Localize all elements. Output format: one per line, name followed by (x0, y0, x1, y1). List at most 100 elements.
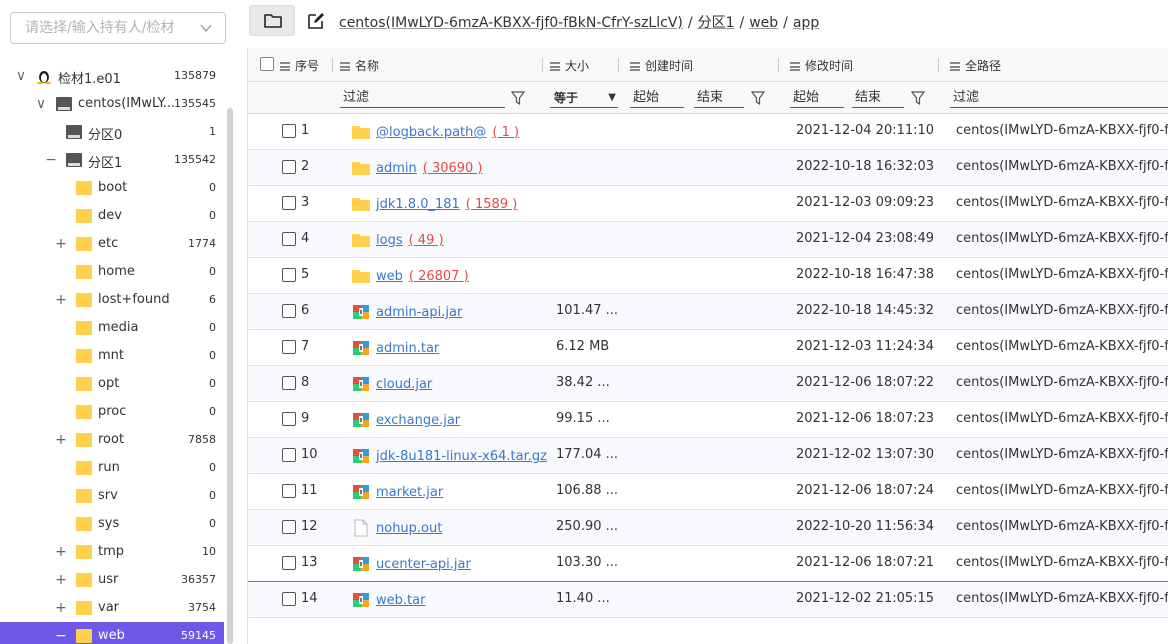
tree-node-web[interactable]: − web 59145 (0, 622, 224, 644)
select-all-checkbox[interactable] (260, 57, 274, 71)
table-row[interactable]: 2 admin ( 30690 ) 2022-10-18 16:32:03 centos… (248, 150, 1168, 186)
created-end-input[interactable] (694, 88, 744, 108)
tree-node-opt[interactable]: opt 0 (0, 370, 224, 398)
breadcrumb-item-app[interactable]: app (793, 15, 819, 31)
tree-node-srv[interactable]: srv 0 (0, 482, 224, 510)
tree-node-lost+found[interactable]: + lost+found 6 (0, 286, 224, 314)
column-header-size[interactable]: 大小 (550, 57, 589, 73)
row-checkbox[interactable] (282, 592, 296, 606)
table-row[interactable]: 6 admin-api.jar 101.47 ... 2022-10-18 14:45… (248, 294, 1168, 330)
row-checkbox[interactable] (282, 484, 296, 498)
file-name[interactable]: jdk1.8.0_181 (376, 197, 460, 212)
file-name-link[interactable]: nohup.out (376, 521, 442, 536)
file-name[interactable]: jdk-8u181-linux-x64.tar.gz (376, 449, 547, 464)
file-name[interactable]: cloud.jar (376, 377, 432, 392)
expand-icon[interactable]: + (54, 235, 68, 253)
file-name[interactable]: @logback.path@ (376, 125, 486, 140)
file-name[interactable]: ucenter-api.jar (376, 557, 471, 572)
table-row[interactable]: 8 cloud.jar 38.42 ... 2021-12-06 18:07:22 ce… (248, 366, 1168, 402)
file-name-link[interactable]: exchange.jar (376, 413, 460, 428)
tree-node-etc[interactable]: + etc 1774 (0, 230, 224, 258)
name-filter-input[interactable] (340, 88, 505, 108)
table-row[interactable]: 5 web ( 26807 ) 2022-10-18 16:47:38 centos(I… (248, 258, 1168, 294)
file-name-link[interactable]: jdk-8u181-linux-x64.tar.gz (376, 449, 547, 464)
row-checkbox[interactable] (282, 304, 296, 318)
row-checkbox[interactable] (282, 520, 296, 534)
expand-icon[interactable]: + (54, 291, 68, 309)
tree-node-mnt[interactable]: mnt 0 (0, 342, 224, 370)
tree-node-var[interactable]: + var 3754 (0, 594, 224, 622)
tree-node-home[interactable]: home 0 (0, 258, 224, 286)
tree-node-检材1-e01[interactable]: ∨ 检材1.e01 135879 (0, 62, 224, 90)
chevron-down-icon[interactable] (199, 21, 213, 35)
file-name[interactable]: web (376, 269, 403, 284)
owner-search-input[interactable] (25, 14, 205, 42)
table-row[interactable]: 9 exchange.jar 99.15 ... 2021-12-06 18:07:2… (248, 402, 1168, 438)
column-menu-icon[interactable] (280, 62, 290, 71)
file-name-link[interactable]: admin ( 30690 ) (376, 161, 483, 176)
row-checkbox[interactable] (282, 340, 296, 354)
modified-start-input[interactable] (790, 88, 844, 108)
file-name-link[interactable]: cloud.jar (376, 377, 432, 392)
file-name[interactable]: admin (376, 161, 417, 176)
column-divider[interactable] (778, 58, 779, 72)
row-checkbox[interactable] (282, 556, 296, 570)
table-row[interactable]: 7 admin.tar 6.12 MB 2021-12-03 11:24:34 cent… (248, 330, 1168, 366)
item-count-link[interactable]: ( 49 ) (409, 233, 444, 248)
column-divider[interactable] (618, 58, 619, 72)
expand-icon[interactable]: + (54, 431, 68, 449)
table-row[interactable]: 13 ucenter-api.jar 103.30 ... 2021-12-06 18… (248, 546, 1168, 582)
tree-node-tmp[interactable]: + tmp 10 (0, 538, 224, 566)
tree-node-centos-imwly-[interactable]: ∨ centos(IMwLY... 135545 (0, 90, 224, 118)
file-name-link[interactable]: web ( 26807 ) (376, 269, 469, 284)
file-name[interactable]: web.tar (376, 593, 425, 608)
tree-node-root[interactable]: + root 7858 (0, 426, 224, 454)
table-row[interactable]: 12 nohup.out 250.90 ... 2022-10-20 11:56:34… (248, 510, 1168, 546)
tree-node-sys[interactable]: sys 0 (0, 510, 224, 538)
column-divider[interactable] (332, 58, 333, 72)
column-divider[interactable] (542, 58, 543, 72)
filter-icon[interactable] (511, 91, 525, 105)
column-divider[interactable] (938, 58, 939, 72)
column-header-index[interactable]: 序号 (280, 57, 319, 73)
column-header-name[interactable]: 名称 (340, 57, 379, 73)
table-row[interactable]: 4 logs ( 49 ) 2021-12-04 23:08:49 centos(IMw… (248, 222, 1168, 258)
file-name[interactable]: market.jar (376, 485, 443, 500)
open-folder-button[interactable] (249, 5, 295, 36)
file-name[interactable]: admin.tar (376, 341, 439, 356)
row-checkbox[interactable] (282, 160, 296, 174)
table-row[interactable]: 10 jdk-8u181-linux-x64.tar.gz 177.04 ... 20… (248, 438, 1168, 474)
item-count-link[interactable]: ( 26807 ) (409, 269, 469, 284)
filter-icon[interactable] (911, 91, 925, 105)
file-name-link[interactable]: @logback.path@ ( 1 ) (376, 125, 519, 140)
table-row[interactable]: 3 jdk1.8.0_181 ( 1589 ) 2021-12-03 09:09:23… (248, 186, 1168, 222)
file-name[interactable]: exchange.jar (376, 413, 460, 428)
modified-end-input[interactable] (852, 88, 904, 108)
row-checkbox[interactable] (282, 268, 296, 282)
expand-icon[interactable]: + (54, 571, 68, 589)
breadcrumb-item-partition[interactable]: 分区1 (698, 15, 735, 31)
file-name[interactable]: nohup.out (376, 521, 442, 536)
item-count-link[interactable]: ( 1589 ) (466, 197, 518, 212)
collapse-icon[interactable]: − (44, 151, 58, 169)
file-name-link[interactable]: jdk1.8.0_181 ( 1589 ) (376, 197, 517, 212)
tree-node-分区0[interactable]: 分区0 1 (0, 118, 224, 146)
breadcrumb-item-device[interactable]: centos(IMwLYD-6mzA-KBXX-fjf0-fBkN-CfrY-s… (339, 15, 683, 31)
file-name-link[interactable]: admin.tar (376, 341, 439, 356)
file-name-link[interactable]: market.jar (376, 485, 443, 500)
filter-icon[interactable] (751, 91, 765, 105)
column-header-created[interactable]: 创建时间 (630, 57, 693, 73)
table-row[interactable]: 14 web.tar 11.40 ... 2021-12-02 21:05:15 cen… (248, 582, 1168, 618)
file-name-link[interactable]: logs ( 49 ) (376, 233, 444, 248)
table-row[interactable]: 1 @logback.path@ ( 1 ) 2021-12-04 20:11:10 c… (248, 114, 1168, 150)
row-checkbox[interactable] (282, 232, 296, 246)
column-menu-icon[interactable] (950, 62, 960, 71)
item-count-link[interactable]: ( 1 ) (492, 125, 519, 140)
expand-icon[interactable]: + (54, 543, 68, 561)
file-name-link[interactable]: admin-api.jar (376, 305, 462, 320)
tree-node-run[interactable]: run 0 (0, 454, 224, 482)
column-menu-icon[interactable] (550, 62, 560, 71)
collapse-icon[interactable]: − (54, 627, 68, 644)
file-name-link[interactable]: ucenter-api.jar (376, 557, 471, 572)
tree-node-usr[interactable]: + usr 36357 (0, 566, 224, 594)
